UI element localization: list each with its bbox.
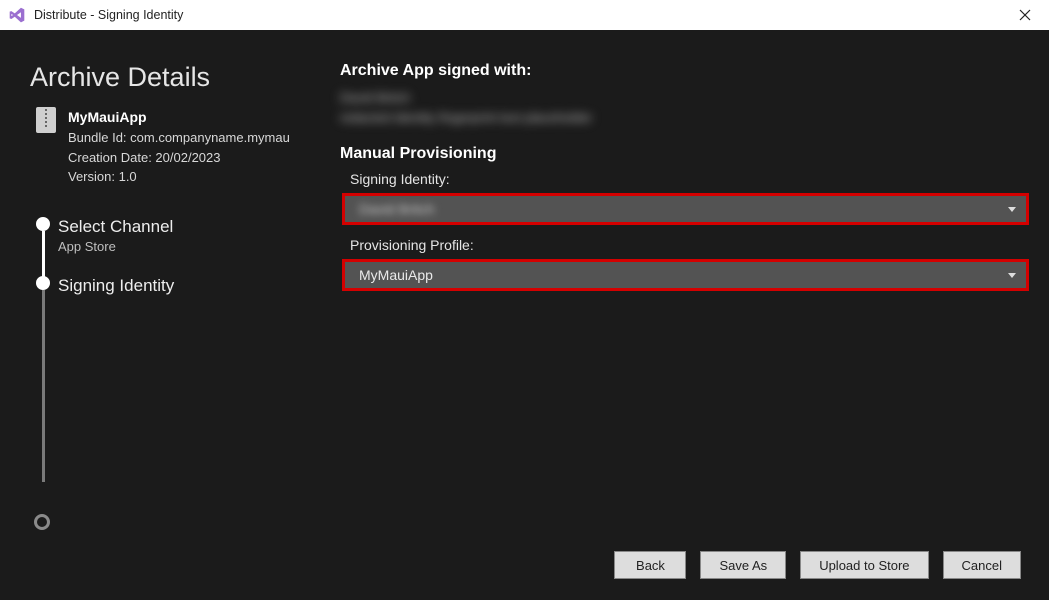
- signed-with-details: David Britch redacted identity fingerpri…: [340, 88, 1029, 127]
- signed-with-heading: Archive App signed with:: [340, 62, 1029, 80]
- back-button[interactable]: Back: [614, 551, 686, 579]
- app-version: Version: 1.0: [68, 167, 290, 187]
- save-as-button[interactable]: Save As: [700, 551, 786, 579]
- close-button[interactable]: [1005, 1, 1045, 29]
- step-title: Signing Identity: [58, 276, 330, 296]
- vs-logo-icon: [8, 6, 26, 24]
- right-column: Archive App signed with: David Britch re…: [330, 62, 1029, 540]
- provisioning-profile-select[interactable]: MyMauiApp: [342, 259, 1029, 291]
- cancel-button[interactable]: Cancel: [943, 551, 1021, 579]
- signed-with-line1: David Britch: [340, 88, 1029, 108]
- dialog-footer: Back Save As Upload to Store Cancel: [0, 540, 1049, 600]
- step-signing-identity[interactable]: Signing Identity: [52, 272, 330, 314]
- manual-provisioning-heading: Manual Provisioning: [340, 145, 1029, 163]
- app-creation-date: Creation Date: 20/02/2023: [68, 148, 290, 168]
- wizard-steps: Select Channel App Store Signing Identit…: [30, 213, 330, 514]
- window-title: Distribute - Signing Identity: [34, 8, 183, 22]
- app-bundle-id: Bundle Id: com.companyname.mymau: [68, 128, 290, 148]
- chevron-down-icon: [1008, 207, 1016, 212]
- left-column: Archive Details MyMauiApp Bundle Id: com…: [30, 62, 330, 540]
- step-final: [52, 314, 330, 514]
- step-dot-icon: [36, 217, 50, 231]
- signing-identity-select[interactable]: David Britch: [342, 193, 1029, 225]
- provisioning-profile-label: Provisioning Profile:: [350, 237, 1029, 253]
- archive-details-heading: Archive Details: [30, 62, 330, 93]
- step-title: Select Channel: [58, 217, 330, 237]
- dialog-body: Archive Details MyMauiApp Bundle Id: com…: [0, 30, 1049, 600]
- signed-with-line2: redacted identity fingerprint text place…: [340, 108, 1029, 128]
- step-dot-icon: [34, 514, 50, 530]
- step-connector: [42, 231, 45, 279]
- step-connector: [42, 290, 45, 482]
- titlebar: Distribute - Signing Identity: [0, 0, 1049, 30]
- step-subtitle: App Store: [58, 239, 330, 254]
- upload-to-store-button[interactable]: Upload to Store: [800, 551, 928, 579]
- provisioning-profile-value: MyMauiApp: [359, 267, 433, 283]
- signing-identity-value: David Britch: [359, 201, 434, 217]
- app-name: MyMauiApp: [68, 107, 290, 128]
- signing-identity-label: Signing Identity:: [350, 171, 1029, 187]
- step-select-channel[interactable]: Select Channel App Store: [52, 213, 330, 272]
- app-info-block: MyMauiApp Bundle Id: com.companyname.mym…: [30, 107, 330, 187]
- app-info-lines: MyMauiApp Bundle Id: com.companyname.mym…: [68, 107, 290, 187]
- archive-file-icon: [36, 107, 56, 133]
- chevron-down-icon: [1008, 273, 1016, 278]
- step-dot-icon: [36, 276, 50, 290]
- close-icon: [1019, 9, 1031, 21]
